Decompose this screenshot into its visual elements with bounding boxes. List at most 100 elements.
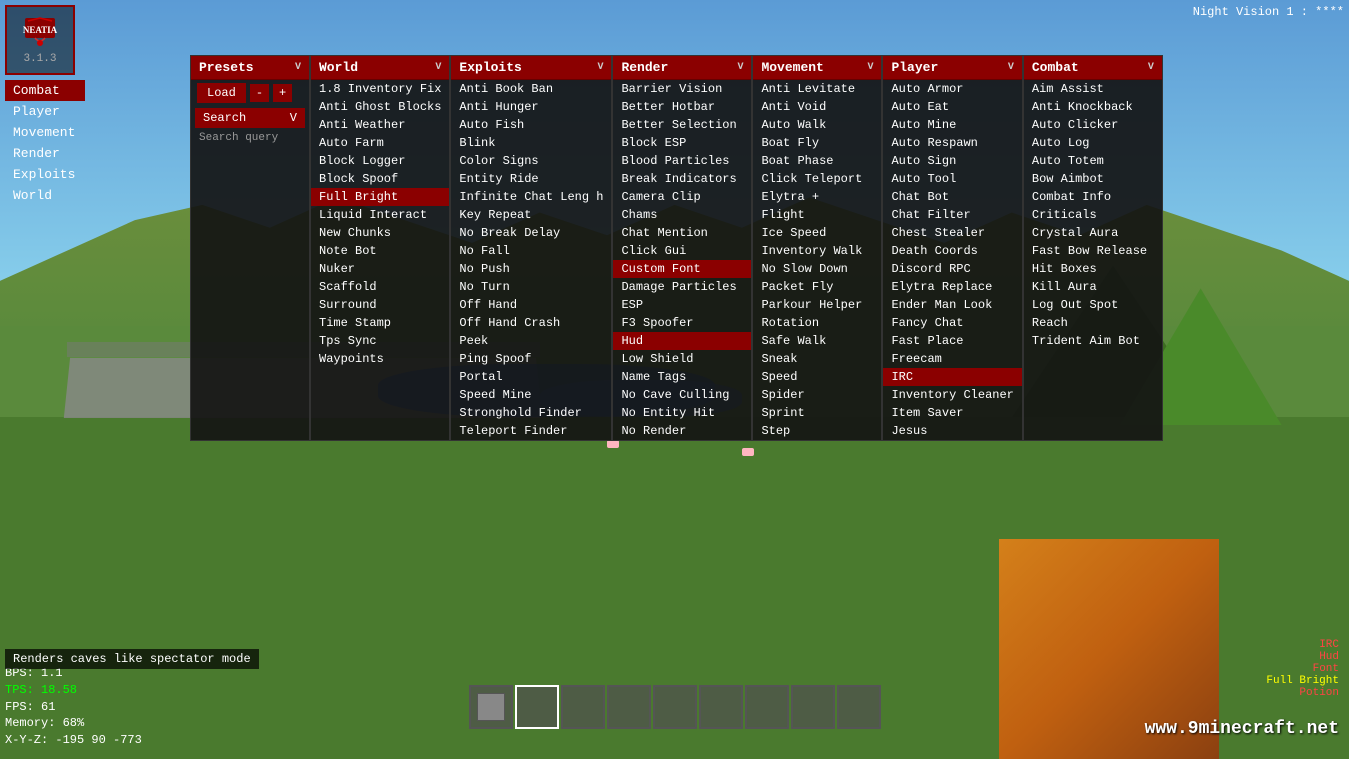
menu-item[interactable]: Block Logger — [311, 152, 449, 170]
menu-item[interactable]: Auto Eat — [883, 98, 1021, 116]
sidebar-item-world[interactable]: World — [5, 185, 85, 206]
menu-item[interactable]: Criticals — [1024, 206, 1162, 224]
hotbar-slot-2[interactable] — [515, 685, 559, 729]
menu-item[interactable]: Hit Boxes — [1024, 260, 1162, 278]
sidebar-item-movement[interactable]: Movement — [5, 122, 85, 143]
menu-item[interactable]: IRC — [883, 368, 1021, 386]
menu-item[interactable]: Surround — [311, 296, 449, 314]
menu-item[interactable]: No Entity Hit — [613, 404, 751, 422]
menu-item[interactable]: Death Coords — [883, 242, 1021, 260]
menu-item[interactable]: F3 Spoofer — [613, 314, 751, 332]
menu-item[interactable]: Rotation — [753, 314, 881, 332]
menu-item[interactable]: Entity Ride — [451, 170, 611, 188]
menu-item[interactable]: Trident Aim Bot — [1024, 332, 1162, 350]
menu-item[interactable]: Reach — [1024, 314, 1162, 332]
menu-item[interactable]: Combat Info — [1024, 188, 1162, 206]
menu-item[interactable]: Damage Particles — [613, 278, 751, 296]
menu-item[interactable]: No Slow Down — [753, 260, 881, 278]
menu-item[interactable]: Packet Fly — [753, 278, 881, 296]
menu-item[interactable]: Parkour Helper — [753, 296, 881, 314]
menu-item[interactable]: No Render — [613, 422, 751, 440]
menu-item[interactable]: Camera Clip — [613, 188, 751, 206]
minus-button[interactable]: - — [250, 84, 269, 102]
menu-item[interactable]: Scaffold — [311, 278, 449, 296]
menu-item[interactable]: Auto Mine — [883, 116, 1021, 134]
menu-item[interactable]: Auto Farm — [311, 134, 449, 152]
search-button[interactable]: Search V — [195, 108, 305, 128]
menu-item[interactable]: Name Tags — [613, 368, 751, 386]
menu-item[interactable]: Barrier Vision — [613, 80, 751, 98]
menu-item[interactable]: Elytra + — [753, 188, 881, 206]
menu-item[interactable]: Anti Knockback — [1024, 98, 1162, 116]
menu-item[interactable]: Custom Font — [613, 260, 751, 278]
menu-item[interactable]: Stronghold Finder — [451, 404, 611, 422]
menu-item[interactable]: Off Hand — [451, 296, 611, 314]
menu-item[interactable]: Crystal Aura — [1024, 224, 1162, 242]
menu-item[interactable]: Auto Walk — [753, 116, 881, 134]
sidebar-item-combat[interactable]: Combat — [5, 80, 85, 101]
menu-item[interactable]: No Fall — [451, 242, 611, 260]
menu-item[interactable]: Boat Phase — [753, 152, 881, 170]
menu-item[interactable]: Liquid Interact — [311, 206, 449, 224]
hotbar-slot-7[interactable] — [745, 685, 789, 729]
menu-item[interactable]: No Cave Culling — [613, 386, 751, 404]
menu-item[interactable]: Full Bright — [311, 188, 449, 206]
menu-item[interactable]: Bow Aimbot — [1024, 170, 1162, 188]
menu-item[interactable]: Infinite Chat Leng h — [451, 188, 611, 206]
menu-item[interactable]: Fast Place — [883, 332, 1021, 350]
menu-item[interactable]: Freecam — [883, 350, 1021, 368]
load-button[interactable]: Load — [197, 83, 246, 103]
menu-item[interactable]: Hud — [613, 332, 751, 350]
menu-item[interactable]: Anti Hunger — [451, 98, 611, 116]
menu-item[interactable]: Chat Bot — [883, 188, 1021, 206]
menu-item[interactable]: Aim Assist — [1024, 80, 1162, 98]
hotbar-slot-6[interactable] — [699, 685, 743, 729]
menu-item[interactable]: Kill Aura — [1024, 278, 1162, 296]
menu-item[interactable]: Anti Book Ban — [451, 80, 611, 98]
menu-item[interactable]: Elytra Replace — [883, 278, 1021, 296]
menu-item[interactable]: Peek — [451, 332, 611, 350]
menu-item[interactable]: Auto Totem — [1024, 152, 1162, 170]
plus-button[interactable]: + — [273, 84, 292, 102]
menu-item[interactable]: Ender Man Look — [883, 296, 1021, 314]
menu-item[interactable]: No Break Delay — [451, 224, 611, 242]
menu-item[interactable]: Nuker — [311, 260, 449, 278]
menu-item[interactable]: Anti Weather — [311, 116, 449, 134]
menu-item[interactable]: Click Teleport — [753, 170, 881, 188]
hotbar-slot-5[interactable] — [653, 685, 697, 729]
menu-item[interactable]: Auto Respawn — [883, 134, 1021, 152]
menu-item[interactable]: Auto Fish — [451, 116, 611, 134]
hotbar-slot-8[interactable] — [791, 685, 835, 729]
menu-item[interactable]: Better Hotbar — [613, 98, 751, 116]
menu-item[interactable]: Auto Tool — [883, 170, 1021, 188]
menu-item[interactable]: Fancy Chat — [883, 314, 1021, 332]
menu-item[interactable]: Log Out Spot — [1024, 296, 1162, 314]
menu-item[interactable]: Inventory Walk — [753, 242, 881, 260]
menu-item[interactable]: Chams — [613, 206, 751, 224]
sidebar-item-render[interactable]: Render — [5, 143, 85, 164]
menu-item[interactable]: Safe Walk — [753, 332, 881, 350]
menu-item[interactable]: Color Signs — [451, 152, 611, 170]
menu-item[interactable]: Item Saver — [883, 404, 1021, 422]
menu-item[interactable]: Portal — [451, 368, 611, 386]
menu-item[interactable]: Auto Sign — [883, 152, 1021, 170]
menu-item[interactable]: Anti Ghost Blocks — [311, 98, 449, 116]
menu-item[interactable]: Block ESP — [613, 134, 751, 152]
menu-item[interactable]: New Chunks — [311, 224, 449, 242]
menu-item[interactable]: Click Gui — [613, 242, 751, 260]
menu-item[interactable]: Block Spoof — [311, 170, 449, 188]
menu-item[interactable]: Boat Fly — [753, 134, 881, 152]
menu-item[interactable]: 1.8 Inventory Fix — [311, 80, 449, 98]
menu-item[interactable]: Anti Void — [753, 98, 881, 116]
menu-item[interactable]: Inventory Cleaner — [883, 386, 1021, 404]
hotbar-slot-9[interactable] — [837, 685, 881, 729]
menu-item[interactable]: Speed Mine — [451, 386, 611, 404]
menu-item[interactable]: Teleport Finder — [451, 422, 611, 440]
menu-item[interactable]: Break Indicators — [613, 170, 751, 188]
menu-item[interactable]: Low Shield — [613, 350, 751, 368]
menu-item[interactable]: Sprint — [753, 404, 881, 422]
menu-item[interactable]: Better Selection — [613, 116, 751, 134]
menu-item[interactable]: Time Stamp — [311, 314, 449, 332]
menu-item[interactable]: Waypoints — [311, 350, 449, 368]
menu-item[interactable]: No Turn — [451, 278, 611, 296]
